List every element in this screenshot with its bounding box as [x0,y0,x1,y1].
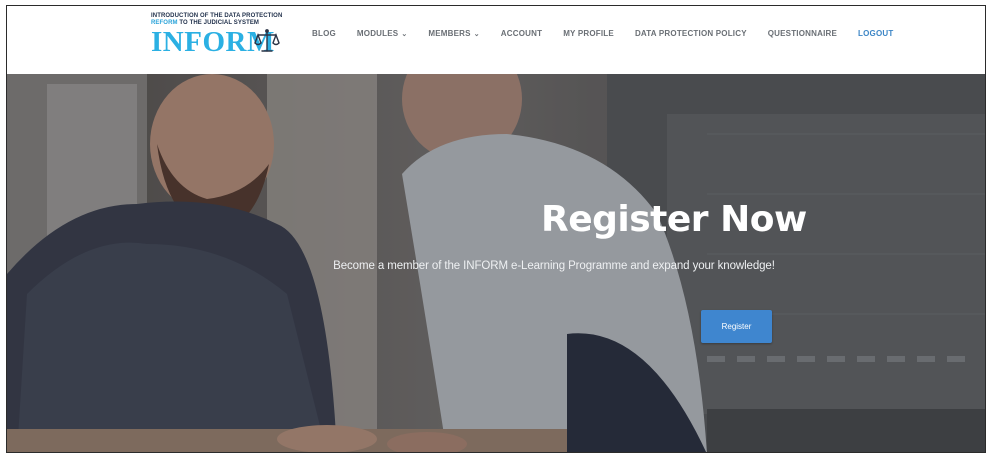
nav-label: MEMBERS [428,29,471,38]
browser-frame: INTRODUCTION OF THE DATA PROTECTION REFO… [6,5,986,453]
logo-tagline: INTRODUCTION OF THE DATA PROTECTION REFO… [151,13,283,27]
nav-label: BLOG [312,29,336,38]
chevron-down-icon: ⌄ [473,30,480,38]
chevron-down-icon: ⌄ [401,30,408,38]
main-nav: BLOG MODULES ⌄ MEMBERS ⌄ ACCOUNT MY PROFIL… [312,29,914,38]
nav-label: MY PROFILE [563,29,614,38]
nav-label: DATA PROTECTION POLICY [634,29,747,38]
site-header: INTRODUCTION OF THE DATA PROTECTION REFO… [7,6,985,74]
scales-of-justice-icon [254,29,280,52]
hero-banner: Register Now Become a member of the INFO… [7,74,985,452]
nav-blog[interactable]: BLOG [312,29,336,38]
hero-title: Register Now [541,199,807,240]
hero-subtitle: Become a member of the INFORM e-Learning… [333,260,775,272]
nav-modules[interactable]: MODULES ⌄ [357,29,407,38]
nav-label: QUESTIONNAIRE [767,29,838,38]
nav-questionnaire[interactable]: QUESTIONNAIRE [768,29,837,38]
nav-label: LOGOUT [858,29,894,38]
nav-data-protection-policy[interactable]: DATA PROTECTION POLICY [635,29,747,38]
nav-my-profile[interactable]: MY PROFILE [563,29,614,38]
register-button[interactable]: Register [701,310,772,343]
nav-logout[interactable]: LOGOUT [858,29,893,38]
nav-members[interactable]: MEMBERS ⌄ [428,29,479,38]
nav-label: MODULES [356,29,399,38]
nav-label: ACCOUNT [500,29,543,38]
nav-account[interactable]: ACCOUNT [501,29,542,38]
inform-logo[interactable]: INTRODUCTION OF THE DATA PROTECTION REFO… [151,13,283,61]
tagline-line-1: INTRODUCTION OF THE DATA PROTECTION [151,13,283,19]
